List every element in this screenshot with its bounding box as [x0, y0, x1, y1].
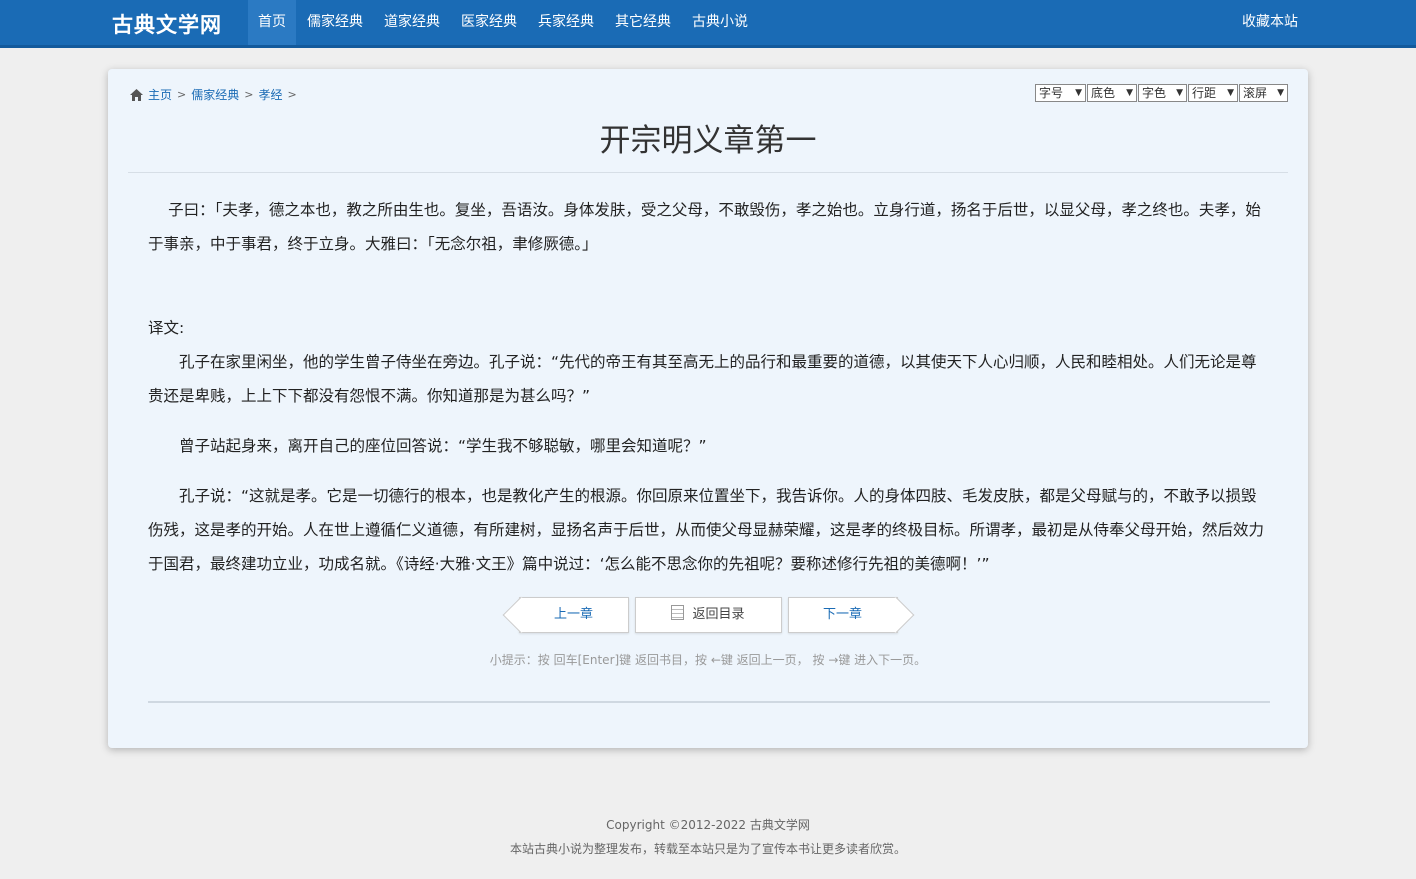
font-size-label: 字号: [1039, 86, 1064, 100]
bottom-divider: [148, 701, 1270, 703]
nav-novels[interactable]: 古典小说: [682, 0, 758, 45]
reading-panel: 主页 > 儒家经典 > 孝经 > 字号 ▼ 底色 ▼ 字色 ▼ 行距 ▼ 滚屏 ▼ 开宗明…: [108, 69, 1308, 748]
dropdown-arrow-icon: ▼: [1176, 88, 1183, 98]
dropdown-arrow-icon: ▼: [1126, 88, 1133, 98]
nav-confucian[interactable]: 儒家经典: [297, 0, 373, 45]
breadcrumb-separator: >: [244, 88, 254, 101]
font-size-select[interactable]: 字号 ▼: [1035, 84, 1086, 102]
translation-paragraph: 曾子站起身来，离开自己的座位回答说：“学生我不够聪敏，哪里会知道呢？”: [179, 437, 707, 455]
keyboard-hint: 小提示：按 回车[Enter]键 返回书目，按 ←键 返回上一页， 按 →键 进…: [489, 653, 927, 667]
line-height-label: 行距: [1192, 86, 1217, 100]
font-color-label: 字色: [1142, 86, 1167, 100]
next-chapter-button[interactable]: 下一章: [787, 597, 898, 633]
copyright-text: Copyright ©2012-2022 古典文学网: [606, 818, 810, 832]
breadcrumb-home[interactable]: 主页: [148, 86, 172, 103]
nav-medical[interactable]: 医家经典: [451, 0, 527, 45]
chapter-content: 子曰：「夫孝，德之本也，教之所由生也。复坐，吾语汝。身体发肤，受之父母，不敢毁伤…: [148, 193, 1270, 597]
prev-chapter-label: 上一章: [553, 607, 593, 622]
auto-scroll-select[interactable]: 滚屏 ▼: [1239, 84, 1288, 102]
breadcrumb-separator: >: [287, 88, 297, 101]
auto-scroll-label: 滚屏: [1243, 86, 1268, 100]
breadcrumb-separator: >: [177, 88, 187, 101]
bookmark-site-link[interactable]: 收藏本站: [1242, 0, 1298, 45]
nav-other[interactable]: 其它经典: [605, 0, 681, 45]
next-chapter-label: 下一章: [822, 607, 862, 622]
table-of-contents-button[interactable]: 返回目录: [634, 597, 782, 633]
reading-tools: 字号 ▼ 底色 ▼ 字色 ▼ 行距 ▼ 滚屏 ▼: [1035, 84, 1288, 102]
dropdown-arrow-icon: ▼: [1075, 88, 1082, 98]
background-color-label: 底色: [1091, 86, 1116, 100]
breadcrumb: 主页 > 儒家经典 > 孝经 >: [130, 86, 297, 103]
font-color-select[interactable]: 字色 ▼: [1138, 84, 1187, 102]
translation-paragraph: 孔子在家里闲坐，他的学生曾子侍坐在旁边。孔子说：“先代的帝王有其至高无上的品行和…: [148, 353, 1257, 405]
top-navbar: 古典文学网 首页 儒家经典 道家经典 医家经典 兵家经典 其它经典 古典小说 收…: [0, 0, 1416, 48]
site-logo[interactable]: 古典文学网: [112, 9, 222, 39]
nav-military[interactable]: 兵家经典: [528, 0, 604, 45]
footer: Copyright ©2012-2022 古典文学网 本站古典小说为整理发布，转…: [0, 813, 1416, 861]
chapter-title: 开宗明义章第一: [599, 123, 817, 159]
breadcrumb-category[interactable]: 儒家经典: [191, 86, 239, 103]
nav-taoist[interactable]: 道家经典: [374, 0, 450, 45]
toc-label: 返回目录: [692, 607, 745, 622]
translation-label: 译文:: [148, 319, 185, 337]
home-icon: [130, 88, 143, 101]
line-height-select[interactable]: 行距 ▼: [1188, 84, 1238, 102]
dropdown-arrow-icon: ▼: [1277, 88, 1284, 98]
dropdown-arrow-icon: ▼: [1227, 88, 1234, 98]
background-color-select[interactable]: 底色 ▼: [1087, 84, 1137, 102]
footer-notice: 本站古典小说为整理发布，转载至本站只是为了宣传本书让更多读者欣赏。: [509, 842, 906, 856]
prev-chapter-button[interactable]: 上一章: [518, 597, 629, 633]
title-divider: [128, 172, 1288, 173]
chapter-pager: 上一章 返回目录 下一章: [108, 597, 1308, 633]
original-text: 子曰：「夫孝，德之本也，教之所由生也。复坐，吾语汝。身体发肤，受之父母，不敢毁伤…: [148, 201, 1261, 253]
translation-paragraph: 孔子说：“这就是孝。它是一切德行的根本，也是教化产生的根源。你回原来位置坐下，我…: [148, 487, 1265, 573]
breadcrumb-book[interactable]: 孝经: [258, 86, 282, 103]
nav-home[interactable]: 首页: [248, 0, 296, 45]
main-nav: 首页 儒家经典 道家经典 医家经典 兵家经典 其它经典 古典小说: [248, 0, 759, 45]
document-icon: [671, 605, 685, 620]
